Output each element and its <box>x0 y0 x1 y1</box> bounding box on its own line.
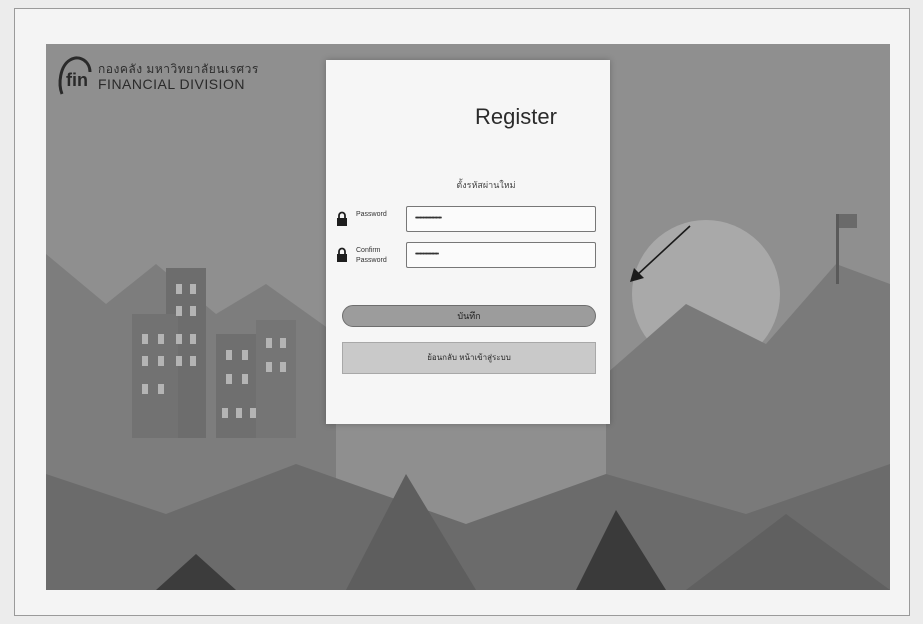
brand-header: fin กองคลัง มหาวิทยาลัยนเรศวร FINANCIAL … <box>54 54 264 102</box>
confirm-password-label: Confirm Password <box>356 247 387 264</box>
brand-english-name: FINANCIAL DIVISION <box>98 76 245 92</box>
fin-logo-icon: fin <box>58 56 92 95</box>
register-card: Register ตั้งรหัสผ่านใหม่ Password •••••… <box>326 60 610 424</box>
confirm-password-value: •••••••••••••••• <box>415 251 439 258</box>
annotation-arrow-icon <box>630 225 691 282</box>
lock-icon <box>337 247 347 262</box>
register-title-wrap: Register <box>326 104 610 130</box>
save-button[interactable]: บันทึก <box>342 305 596 327</box>
password-label: Password <box>356 211 387 218</box>
login-screen: fin กองคลัง มหาวิทยาลัยนเรศวร FINANCIAL … <box>46 44 890 590</box>
lock-icon <box>337 211 347 226</box>
password-value: •••••••••••••••••• <box>415 215 442 222</box>
password-input[interactable]: •••••••••••••••••• <box>406 206 596 232</box>
back-to-login-button[interactable]: ย้อนกลับ หน้าเข้าสู่ระบบ <box>342 342 596 374</box>
register-title: Register <box>475 104 557 129</box>
svg-text:fin: fin <box>66 70 88 90</box>
password-row: Password •••••••••••••••••• <box>336 206 598 238</box>
confirm-password-row: Confirm Password •••••••••••••••• <box>336 242 598 274</box>
register-subtitle: ตั้งรหัสผ่านใหม่ <box>456 180 516 190</box>
confirm-password-input[interactable]: •••••••••••••••• <box>406 242 596 268</box>
